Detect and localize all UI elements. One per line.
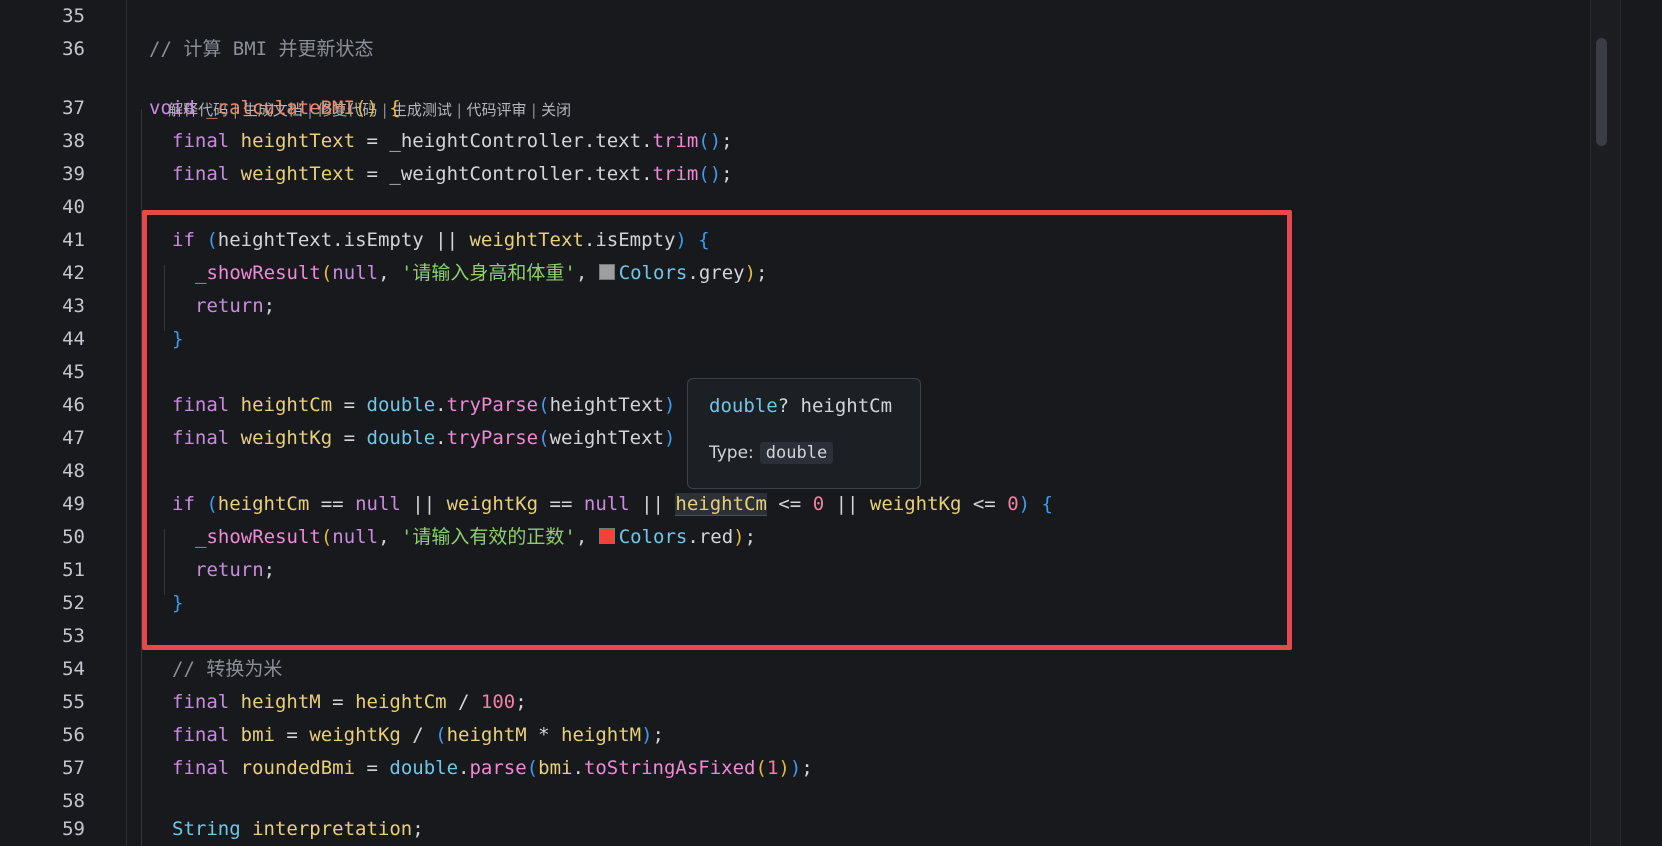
code-line[interactable]: 59 String interpretation; — [0, 813, 1580, 846]
line-number: 59 — [62, 818, 85, 840]
line-number: 49 — [62, 493, 85, 515]
line-number: 39 — [62, 163, 85, 185]
line-number: 57 — [62, 757, 85, 779]
code-text: final roundedBmi = double.parse(bmi.toSt… — [172, 757, 813, 779]
line-number: 42 — [62, 262, 85, 284]
line-number: 36 — [62, 38, 85, 60]
code-text: void _calculateBMI() { — [149, 97, 401, 119]
code-text: String interpretation; — [172, 818, 424, 840]
code-line[interactable]: 35 — [0, 0, 1580, 33]
line-number: 38 — [62, 130, 85, 152]
ai-codelens-actions: 解释代码 | 生成文档 | 修复代码 | 生成测试 | 代码评审 | 关闭 — [168, 101, 572, 119]
line-number: 48 — [62, 460, 85, 482]
line-number: 37 — [62, 97, 85, 119]
code-editor[interactable]: 35 36 // 计算 BMI 并更新状态 解释代码 | 生成文档 | 修复代码… — [0, 0, 1662, 846]
line-number: 47 — [62, 427, 85, 449]
code-line[interactable]: 37 void _calculateBMI() { — [0, 92, 1580, 125]
overview-ruler — [1620, 0, 1662, 846]
line-number: 35 — [62, 5, 85, 27]
scrollbar-thumb[interactable] — [1596, 38, 1607, 146]
line-number: 56 — [62, 724, 85, 746]
code-text: final heightText = _heightController.tex… — [172, 130, 733, 152]
line-number: 55 — [62, 691, 85, 713]
line-number: 43 — [62, 295, 85, 317]
code-line[interactable]: 39 final weightText = _weightController.… — [0, 158, 1580, 191]
code-text: // 计算 BMI 并更新状态 — [149, 38, 374, 60]
code-text: // 转换为米 — [172, 658, 283, 680]
tooltip-type-badge: double — [759, 442, 834, 464]
line-number: 41 — [62, 229, 85, 251]
line-number: 46 — [62, 394, 85, 416]
code-line[interactable]: 57 final roundedBmi = double.parse(bmi.t… — [0, 752, 1580, 785]
line-number: 50 — [62, 526, 85, 548]
code-line[interactable]: 36 // 计算 BMI 并更新状态 — [0, 33, 1580, 66]
line-number: 53 — [62, 625, 85, 647]
code-line[interactable]: 55 final heightM = heightCm / 100; — [0, 686, 1580, 719]
line-number: 51 — [62, 559, 85, 581]
code-text: final heightM = heightCm / 100; — [172, 691, 527, 713]
line-number: 40 — [62, 196, 85, 218]
line-number: 52 — [62, 592, 85, 614]
line-number: 45 — [62, 361, 85, 383]
line-number: 44 — [62, 328, 85, 350]
tooltip-type: Type: double — [709, 442, 834, 464]
tooltip-signature: double? heightCm — [709, 395, 893, 417]
hover-tooltip: double? heightCm Type: double — [687, 378, 921, 489]
code-line[interactable]: 54 // 转换为米 — [0, 653, 1580, 686]
code-text: final bmi = weightKg / (heightM * height… — [172, 724, 664, 746]
code-line[interactable]: 38 final heightText = _heightController.… — [0, 125, 1580, 158]
line-number: 54 — [62, 658, 85, 680]
code-text: final weightText = _weightController.tex… — [172, 163, 733, 185]
code-line[interactable]: 56 final bmi = weightKg / (heightM * hei… — [0, 719, 1580, 752]
